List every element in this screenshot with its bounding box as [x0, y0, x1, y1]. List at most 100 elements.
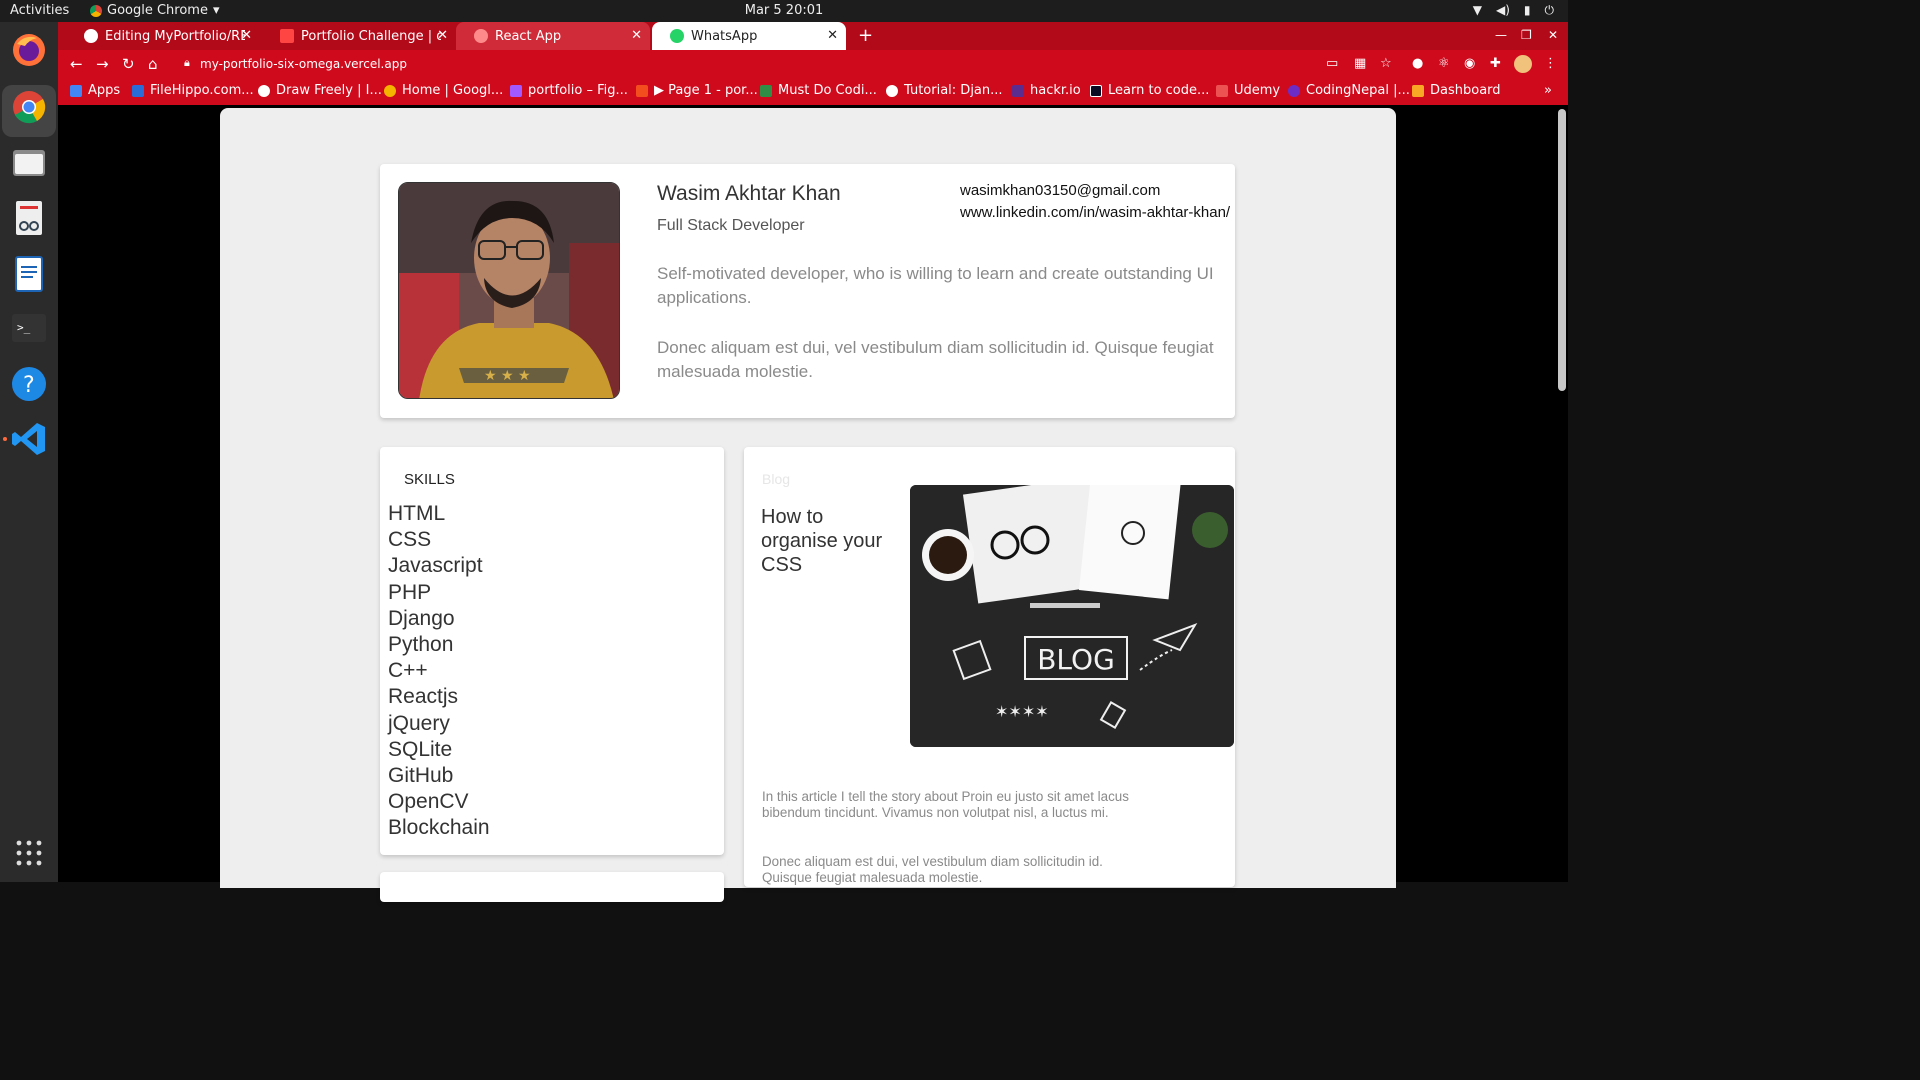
close-icon[interactable]: ✕: [827, 28, 838, 43]
gfg-icon: [760, 84, 772, 97]
bookmark-label: Draw Freely | I...: [276, 83, 382, 98]
document-viewer-icon[interactable]: [9, 198, 49, 238]
restore-icon[interactable]: ❐: [1521, 28, 1532, 42]
bookmark-label: Home | Googl...: [402, 83, 504, 98]
bookmark-home-google[interactable]: Home | Googl...: [384, 83, 503, 98]
cast-icon[interactable]: ▭: [1326, 56, 1338, 71]
help-icon[interactable]: ?: [9, 364, 49, 404]
vscode-icon[interactable]: [9, 419, 49, 459]
chrome-dock-icon[interactable]: [9, 87, 49, 127]
page-scrollbar[interactable]: [1558, 109, 1566, 391]
bookmark-freecodecamp[interactable]: Learn to code...: [1090, 83, 1209, 98]
tab-strip: Editing MyPortfolio/REA ✕ Portfolio Chal…: [58, 22, 1568, 50]
bookmark-label: Tutorial: Djan...: [904, 83, 1003, 98]
bookmark-udemy[interactable]: Udemy: [1216, 83, 1280, 98]
extensions-puzzle-icon[interactable]: ✚: [1490, 56, 1501, 71]
skill-item: PHP: [388, 580, 432, 604]
tab-whatsapp[interactable]: WhatsApp ✕: [652, 22, 846, 50]
volume-icon: ◀): [1495, 3, 1510, 17]
terminal-icon[interactable]: >_: [9, 308, 49, 348]
bookmark-codingnepal[interactable]: CodingNepal |...: [1288, 83, 1410, 98]
figma-icon: [510, 84, 522, 97]
home-icon[interactable]: ⌂: [148, 55, 158, 73]
profile-linkedin[interactable]: www.linkedin.com/in/wasim-akhtar-khan/: [960, 204, 1230, 221]
bookmark-label: Apps: [88, 83, 121, 98]
bookmark-star-icon[interactable]: ☆: [1380, 56, 1392, 71]
system-tray[interactable]: ▼ ◀) ▮ ⏻: [1473, 3, 1554, 18]
udemy-icon: [1216, 84, 1228, 97]
page-viewport: ★ ★ ★ Wasim Akhtar Khan Full Stack Devel…: [58, 105, 1568, 902]
google-icon: [384, 84, 396, 97]
portfolio-page: ★ ★ ★ Wasim Akhtar Khan Full Stack Devel…: [220, 108, 1396, 902]
close-icon[interactable]: ✕: [631, 28, 642, 43]
apps-grid-icon: [70, 84, 82, 97]
tab-portfolio-challenge[interactable]: Portfolio Challenge | dev ✕: [262, 22, 456, 50]
skill-item: OpenCV: [388, 790, 469, 814]
bookmark-draw-freely[interactable]: Draw Freely | I...: [258, 83, 382, 98]
bookmark-label: Dashboard: [1430, 83, 1501, 98]
tab-label: Editing MyPortfolio/REA: [105, 28, 245, 44]
close-window-icon[interactable]: ✕: [1548, 28, 1558, 42]
tab-editing-myportfolio[interactable]: Editing MyPortfolio/REA ✕: [66, 22, 260, 50]
profile-email[interactable]: wasimkhan03150@gmail.com: [960, 182, 1160, 199]
forward-icon[interactable]: →: [96, 55, 109, 73]
skill-item: C++: [388, 659, 428, 683]
reload-icon[interactable]: ↻: [122, 55, 135, 73]
close-icon[interactable]: ✕: [241, 28, 252, 43]
os-top-bar: Activities Google Chrome ▾ Mar 5 20:01 ▼…: [0, 0, 1568, 22]
bookmark-django[interactable]: Tutorial: Djan...: [886, 83, 1003, 98]
minimize-icon[interactable]: —: [1495, 28, 1507, 42]
bookmark-label: Udemy: [1234, 83, 1281, 98]
firefox-icon[interactable]: [9, 30, 49, 70]
hackr-icon: [1012, 84, 1024, 97]
blog-card: Blog How to organise your CSS BLOG ✶✶✶✶ …: [744, 447, 1235, 887]
tab-label: React App: [495, 28, 562, 44]
bookmark-label: CodingNepal |...: [1306, 83, 1410, 98]
bookmark-dashboard[interactable]: Dashboard: [1412, 83, 1501, 98]
clock[interactable]: Mar 5 20:01: [0, 3, 1568, 18]
react-app-icon: [474, 29, 488, 43]
browser-toolbar: ← → ↻ ⌂ 🔒︎ my-portfolio-six-omega.vercel…: [58, 50, 1568, 78]
skill-item: SQLite: [388, 737, 453, 761]
blog-title[interactable]: How to organise your CSS: [761, 505, 901, 577]
skills-card: SKILLS HTML CSS Javascript PHP Django Py…: [380, 447, 724, 855]
react-devtools-icon[interactable]: ⚛: [1438, 56, 1450, 71]
skill-item: HTML: [388, 502, 446, 525]
profile-avatar[interactable]: [1514, 55, 1532, 73]
files-icon[interactable]: [9, 142, 49, 182]
blog-image[interactable]: BLOG ✶✶✶✶: [910, 485, 1234, 747]
close-icon[interactable]: ✕: [437, 28, 448, 43]
next-card: [380, 872, 724, 902]
bookmark-page1[interactable]: ▶ Page 1 - por...: [636, 83, 758, 98]
bookmark-hackr[interactable]: hackr.io: [1012, 83, 1081, 98]
profile-bio: Self-motivated developer, who is willing…: [657, 264, 1214, 307]
bookmark-filehippo[interactable]: FileHippo.com...: [132, 83, 254, 98]
qr-icon[interactable]: ▦: [1354, 56, 1366, 71]
extension-red-icon[interactable]: ●: [1412, 56, 1423, 71]
skills-heading: SKILLS: [404, 471, 455, 488]
lock-icon[interactable]: 🔒︎: [184, 56, 190, 70]
profile-photo: ★ ★ ★: [398, 182, 620, 399]
address-bar[interactable]: my-portfolio-six-omega.vercel.app: [200, 57, 407, 71]
bookmark-apps[interactable]: Apps: [70, 83, 120, 98]
bookmark-gfg[interactable]: Must Do Codi...: [760, 83, 877, 98]
dock: >_ ?: [0, 22, 58, 882]
extension-blue-icon[interactable]: ◉: [1464, 56, 1475, 71]
bookmark-figma[interactable]: portfolio – Fig...: [510, 83, 628, 98]
globe-icon: [886, 84, 898, 97]
writer-icon[interactable]: [9, 254, 49, 294]
skill-item: jQuery: [388, 711, 450, 735]
svg-text:>_: >_: [17, 321, 31, 334]
skill-item: Blockchain: [388, 816, 490, 840]
menu-icon[interactable]: ⋮: [1544, 56, 1557, 71]
new-tab-button[interactable]: +: [858, 25, 873, 46]
tab-react-app[interactable]: React App ✕: [456, 22, 650, 50]
profile-bio-secondary: Donec aliquam est dui, vel vestibulum di…: [657, 338, 1214, 381]
back-icon[interactable]: ←: [70, 55, 83, 73]
profile-card: ★ ★ ★ Wasim Akhtar Khan Full Stack Devel…: [380, 164, 1235, 418]
battery-icon: ▮: [1523, 3, 1531, 17]
show-apps-icon[interactable]: [9, 833, 49, 873]
svg-text:★ ★ ★: ★ ★ ★: [484, 368, 531, 384]
tab-label: WhatsApp: [691, 28, 758, 44]
more-bookmarks-icon[interactable]: »: [1544, 83, 1552, 98]
